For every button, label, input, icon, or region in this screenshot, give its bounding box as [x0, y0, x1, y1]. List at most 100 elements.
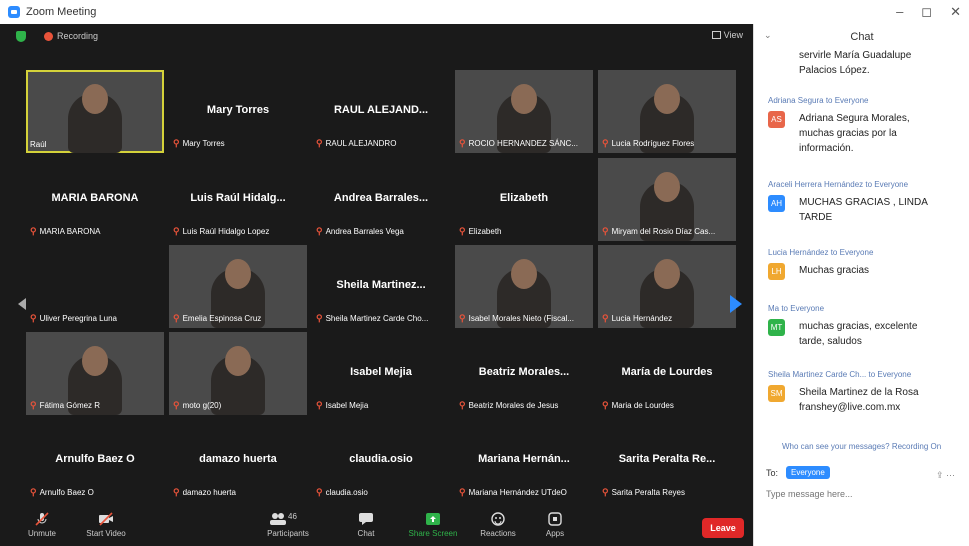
next-page-arrow-icon[interactable] — [730, 295, 742, 313]
chat-message-text: Muchas gracias — [799, 265, 870, 276]
participant-display-name: damazo huerta — [199, 453, 277, 465]
participant-name-tag: ⚲ Mary Torres — [173, 138, 303, 149]
participant-tile[interactable]: ⚲ Emelia Espinosa Cruz — [169, 245, 307, 328]
chat-message: Adriana Segura to Everyone AS Adriana Segu… — [768, 96, 968, 156]
participant-tile[interactable]: ⚲ Miryam del Rosio Díaz Cas... — [598, 158, 736, 241]
chat-message-text: MUCHAS GRACIAS , LINDA TARDE — [799, 197, 928, 223]
muted-microphone-icon: ⚲ — [316, 226, 323, 236]
participants-button[interactable]: 46 Participants — [260, 512, 316, 538]
muted-microphone-icon: ⚲ — [459, 400, 466, 410]
minimize-button[interactable]: – — [896, 4, 903, 20]
muted-microphone-icon: ⚲ — [30, 400, 37, 410]
participant-tile[interactable]: Raúl — [26, 70, 164, 153]
maximize-button[interactable]: ◻ — [921, 4, 932, 20]
participant-display-name: Arnulfo Baez O — [55, 453, 135, 465]
meeting-toolbar: Unmute Start Video 46 Participants Chat … — [0, 510, 753, 546]
muted-microphone-icon: ⚲ — [602, 400, 609, 410]
participant-tile[interactable]: RAUL ALEJAND... ⚲ RAUL ALEJANDRO — [312, 70, 450, 153]
participant-tile[interactable]: María de Lourdes ⚲ Maria de Lourdes — [598, 332, 736, 415]
participant-tile[interactable]: ⚲ Uliver Peregrina Luna — [26, 245, 164, 328]
file-share-icon[interactable]: ⇪ ⋯ — [936, 470, 955, 481]
participant-tile[interactable]: Mary Torres ⚲ Mary Torres — [169, 70, 307, 153]
participant-name: damazo huerta — [182, 488, 236, 497]
chat-label: Chat — [357, 529, 375, 538]
participant-tile[interactable]: Isabel Mejia ⚲ Isabel Mejia — [312, 332, 450, 415]
participant-tile[interactable]: ⚲ moto g(20) — [169, 332, 307, 415]
participant-name-tag: ⚲ RAUL ALEJANDRO — [316, 138, 446, 149]
participant-tile[interactable]: ⚲ ROCIO HERNANDEZ SÁNC... — [455, 70, 593, 153]
unmute-button[interactable]: Unmute — [14, 512, 70, 538]
participant-count: 46 — [288, 512, 297, 521]
participant-display-name: Mariana Hernán... — [478, 453, 570, 465]
view-button[interactable]: View — [711, 30, 743, 40]
participant-name: Isabel Morales Nieto (Fiscal... — [468, 314, 574, 323]
participant-tile[interactable]: Arnulfo Baez O ⚲ Arnulfo Baez O — [26, 419, 164, 502]
participants-label: Participants — [267, 529, 309, 538]
participant-tile[interactable]: claudia.osio ⚲ claudia.osio — [312, 419, 450, 502]
participant-video-head — [225, 259, 251, 289]
participant-tile[interactable]: Luis Raúl Hidalg... ⚲ Luis Raúl Hidalgo Lo… — [169, 158, 307, 241]
participant-name-tag: ⚲ damazo huerta — [173, 487, 303, 498]
participant-tile[interactable]: MARIA BARONA ⚲ MARIA BARONA — [26, 158, 164, 241]
muted-microphone-icon: ⚲ — [30, 487, 37, 497]
reactions-button[interactable]: Reactions — [470, 512, 526, 538]
avatar: AH — [768, 195, 785, 212]
muted-microphone-icon: ⚲ — [173, 138, 180, 148]
participant-name-tag: ⚲ Isabel Morales Nieto (Fiscal... — [459, 313, 589, 324]
recipient-dropdown[interactable]: Everyone — [786, 466, 830, 479]
chat-message-sender: Ma to Everyone — [768, 304, 825, 313]
participant-name: Miryam del Rosio Díaz Cas... — [611, 227, 716, 236]
muted-microphone-icon: ⚲ — [459, 313, 466, 323]
participant-tile[interactable]: ⚲ Lucia Rodríguez Flores — [598, 70, 736, 153]
participant-name: ROCIO HERNANDEZ SÁNC... — [468, 139, 578, 148]
participant-display-name: Beatriz Morales... — [478, 366, 570, 378]
chat-message-sender: Lucia Hernández to Everyone — [768, 248, 874, 257]
reactions-label: Reactions — [480, 529, 516, 538]
window-title: Zoom Meeting — [26, 6, 97, 18]
leave-button[interactable]: Leave — [702, 518, 744, 538]
participant-video-head — [654, 172, 680, 202]
chat-bubble-icon — [359, 513, 373, 525]
chat-visibility-notice[interactable]: Who can see your messages? Recording On — [782, 442, 941, 451]
participant-tile[interactable]: Andrea Barrales... ⚲ Andrea Barrales Vega — [312, 158, 450, 241]
participant-tile[interactable]: Beatriz Morales... ⚲ Beatriz Morales de Je… — [455, 332, 593, 415]
unmute-label: Unmute — [27, 529, 56, 538]
zoom-logo-icon — [8, 6, 20, 18]
avatar: MT — [768, 319, 785, 336]
participant-name-tag: ⚲ Lucia Hernández — [602, 313, 732, 324]
chevron-down-icon[interactable]: ⌄ — [764, 30, 772, 41]
participant-tile[interactable]: ⚲ Fátima Gómez R — [26, 332, 164, 415]
participant-video-head — [82, 346, 108, 376]
chat-button[interactable]: Chat — [338, 512, 394, 538]
participant-name-tag: ⚲ Sarita Peralta Reyes — [602, 487, 732, 498]
participant-tile[interactable]: ⚲ Lucia Hernández — [598, 245, 736, 328]
muted-microphone-icon: ⚲ — [316, 400, 323, 410]
apps-button[interactable]: Apps — [527, 512, 583, 538]
participant-tile[interactable]: damazo huerta ⚲ damazo huerta — [169, 419, 307, 502]
participant-name-tag: ⚲ Andrea Barrales Vega — [316, 226, 446, 237]
participant-tile[interactable]: ⚲ Isabel Morales Nieto (Fiscal... — [455, 245, 593, 328]
view-label: View — [723, 30, 743, 40]
avatar: AS — [768, 111, 785, 128]
participant-display-name: Luis Raúl Hidalg... — [190, 192, 286, 204]
chat-message: servirle María Guadalupe Palacios López. — [768, 48, 968, 78]
chat-message-row: MT muchas gracias, excelente tarde, salud… — [768, 319, 968, 349]
participant-tile[interactable]: Sheila Martinez... ⚲ Sheila Martinez Carde… — [312, 245, 450, 328]
participant-name-tag: ⚲ Arnulfo Baez O — [30, 487, 160, 498]
chat-message-input[interactable] — [766, 487, 962, 501]
participant-tile[interactable]: Mariana Hernán... ⚲ Mariana Hernández UTde… — [455, 419, 593, 502]
start-video-button[interactable]: Start Video — [78, 512, 134, 538]
chat-message-row: SM Sheila Martinez de la Rosa franshey@li… — [768, 385, 968, 415]
security-shield-icon[interactable] — [16, 30, 26, 42]
participant-tile[interactable]: Sarita Peralta Re... ⚲ Sarita Peralta Reye… — [598, 419, 736, 502]
apps-label: Apps — [545, 529, 565, 538]
close-button[interactable]: ✕ — [950, 4, 961, 20]
participant-name-tag: ⚲ Uliver Peregrina Luna — [30, 313, 160, 324]
participant-tile[interactable]: Elizabeth ⚲ Elizabeth — [455, 158, 593, 241]
participant-name: Elizabeth — [468, 227, 502, 236]
participant-name: Emelia Espinosa Cruz — [182, 314, 262, 323]
participant-name: Luis Raúl Hidalgo Lopez — [182, 227, 270, 236]
share-screen-button[interactable]: Share Screen — [405, 512, 461, 538]
participant-name-tag: ⚲ MARIA BARONA — [30, 226, 160, 237]
muted-microphone-icon: ⚲ — [173, 400, 180, 410]
